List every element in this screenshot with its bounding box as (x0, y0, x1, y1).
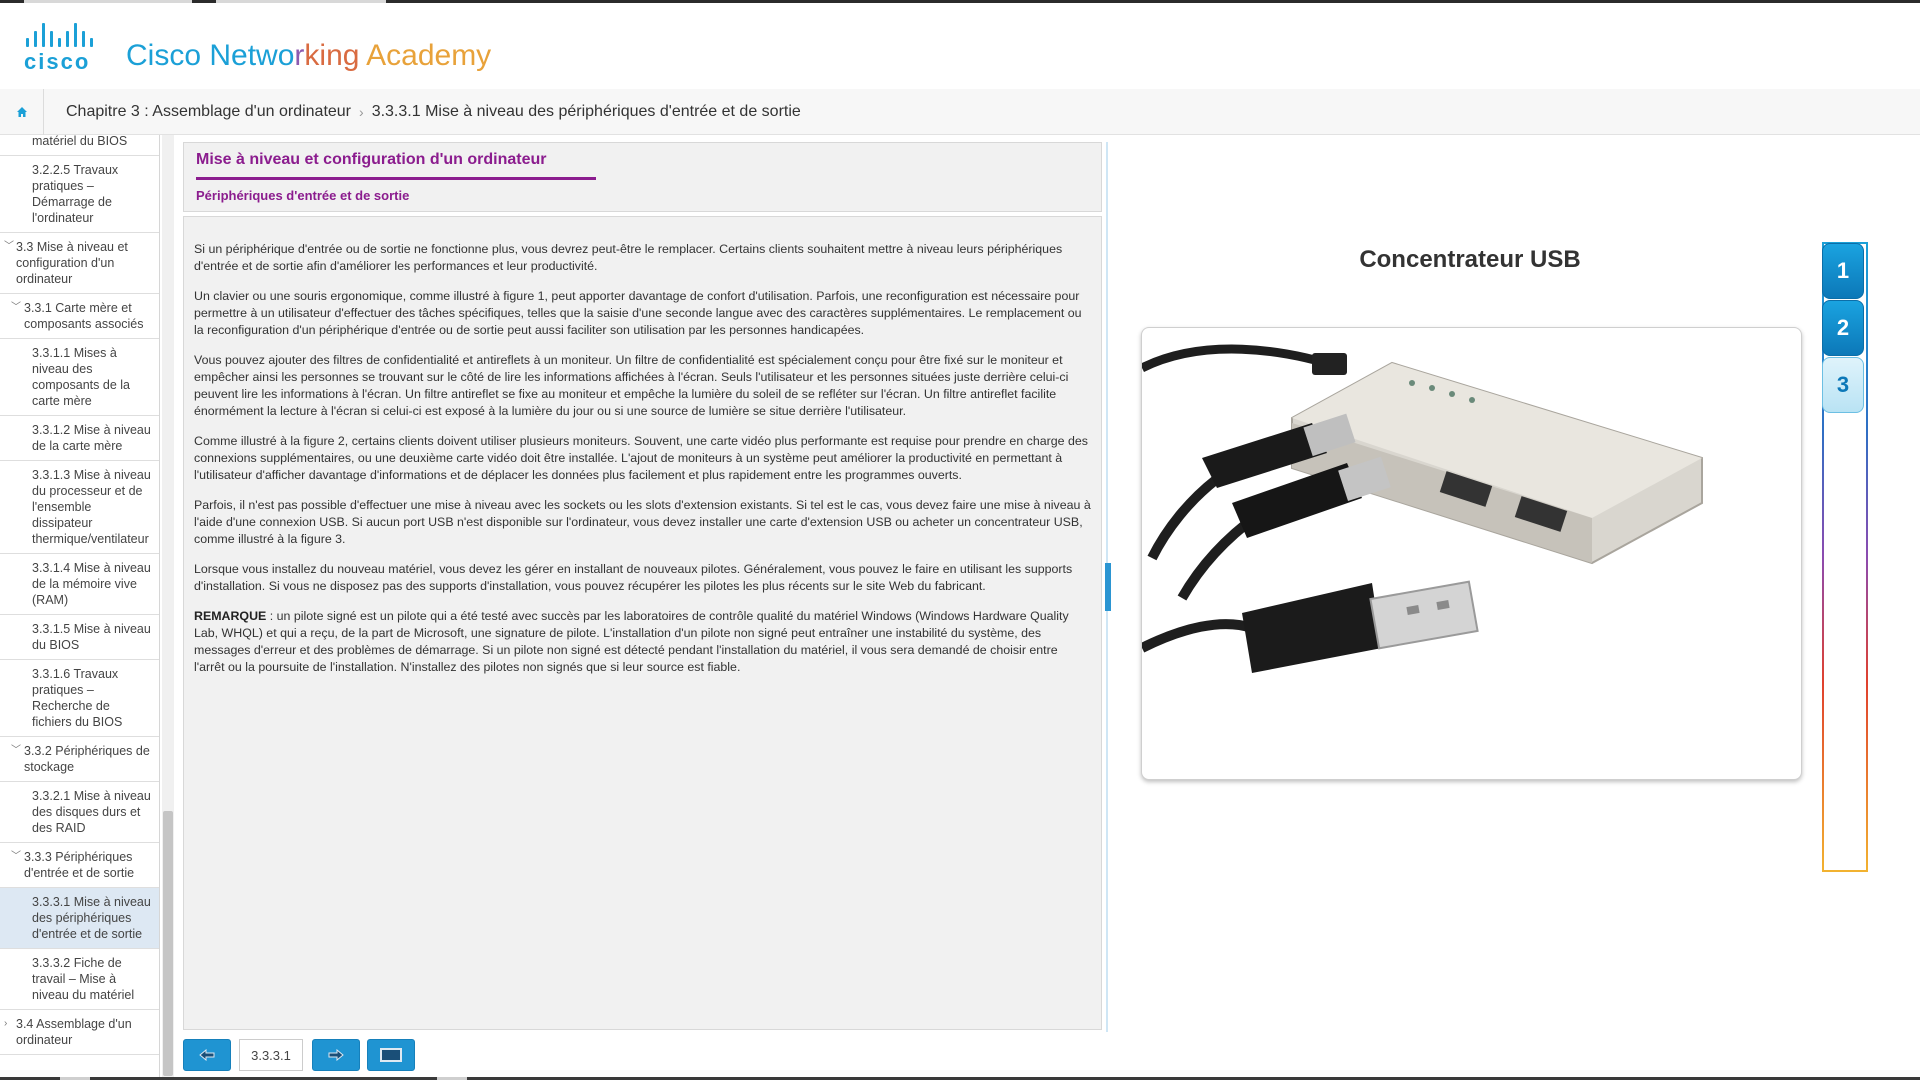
content-panel: Mise à niveau et configuration d'un ordi… (183, 142, 1102, 1030)
sidebar-subsection[interactable]: ﹀ 3.3.2 Périphériques de stockage (0, 737, 159, 782)
paragraph: Parfois, il n'est pas possible d'effectu… (194, 498, 1091, 546)
sidebar-item-label: 3.3.2.1 Mise à niveau des disques durs e… (32, 789, 151, 835)
sidebar-item-label: 3.3.1.4 Mise à niveau de la mémoire vive… (32, 561, 151, 607)
chevron-down-icon: ﹀ (4, 241, 14, 252)
fullscreen-button[interactable] (367, 1039, 415, 1071)
title-underline (196, 177, 596, 180)
sidebar-item-label: 3.3.2 Périphériques de stockage (24, 744, 150, 774)
sidebar-item-label: matériel du BIOS (32, 135, 128, 148)
breadcrumb: Chapitre 3 : Assemblage d'un ordinateur … (66, 103, 801, 121)
sidebar-item-label: 3.3.1.2 Mise à niveau de la carte mère (32, 423, 151, 453)
sidebar-item[interactable]: 3.3.1.4 Mise à niveau de la mémoire vive… (0, 554, 159, 615)
sidebar-item[interactable]: 3.2.2.5 Travaux pratiques – Démarrage de… (0, 156, 159, 233)
cisco-logo[interactable]: cisco (24, 23, 106, 74)
sidebar-item[interactable]: 3.3.3.2 Fiche de travail – Mise à niveau… (0, 949, 159, 1010)
sidebar-item-active[interactable]: 3.3.3.1 Mise à niveau des périphériques … (0, 888, 159, 949)
chevron-right-icon: › (4, 1018, 8, 1029)
figure-tab-2[interactable]: 2 (1822, 300, 1864, 356)
scrollbar-thumb[interactable] (163, 811, 173, 1076)
sidebar-item[interactable]: 3.3.1.2 Mise à niveau de la carte mère (0, 416, 159, 461)
paragraph: Vous pouvez ajouter des filtres de confi… (194, 353, 1069, 418)
sidebar-subsection[interactable]: ﹀ 3.3.1 Carte mère et composants associés (0, 294, 159, 339)
sidebar-section[interactable]: ﹀ 3.3 Mise à niveau et configuration d'un… (0, 233, 159, 294)
course-sidebar: matériel du BIOS 3.2.2.5 Travaux pratiqu… (0, 135, 160, 1080)
figure-tab-3-active[interactable]: 3 (1822, 357, 1864, 413)
screen-icon (380, 1048, 402, 1062)
sidebar-item[interactable]: 3.3.1.1 Mises à niveau des composants de… (0, 339, 159, 416)
arrow-right-icon (328, 1049, 344, 1061)
sidebar-item-label: 3.3.3.2 Fiche de travail – Mise à niveau… (32, 956, 135, 1002)
figure-tab-1[interactable]: 1 (1822, 243, 1864, 299)
sidebar-item[interactable]: matériel du BIOS (0, 135, 159, 156)
figure-title: Concentrateur USB (1359, 246, 1581, 273)
paragraph: Comme illustré à la figure 2, certains c… (194, 434, 1088, 482)
sidebar-item[interactable]: 3.3.1.6 Travaux pratiques – Recherche de… (0, 660, 159, 737)
sidebar-item-label: 3.4 Assemblage d'un ordinateur (16, 1017, 132, 1047)
academy-title-part: Cisco (126, 39, 210, 72)
sidebar-section[interactable]: › 3.4 Assemblage d'un ordinateur (0, 1010, 159, 1055)
academy-title-part: Academy (366, 39, 492, 72)
previous-button[interactable] (183, 1039, 231, 1071)
site-header: cisco Cisco Networking Academy (0, 3, 1920, 92)
note-text: : un pilote signé est un pilote qui a ét… (194, 609, 1069, 674)
sidebar-item-label: 3.3.1.1 Mises à niveau des composants de… (32, 346, 130, 408)
chevron-down-icon: ﹀ (11, 745, 21, 756)
figure-image (1141, 327, 1802, 780)
paragraph: Un clavier ou une souris ergonomique, co… (194, 289, 1082, 337)
sidebar-scrollbar[interactable] (162, 135, 174, 1080)
sidebar-item-label: 3.3.1.3 Mise à niveau du processeur et d… (32, 468, 151, 546)
academy-title-part: king (304, 39, 367, 72)
sidebar-item[interactable]: 3.3.1.3 Mise à niveau du processeur et d… (0, 461, 159, 554)
panel-resize-handle[interactable] (1105, 563, 1111, 611)
usb-hub-illustration (1142, 344, 1703, 673)
chevron-right-icon: › (359, 104, 364, 120)
content-body: Si un périphérique d'entrée ou de sortie… (183, 216, 1102, 1030)
breadcrumb-chapter[interactable]: Chapitre 3 : Assemblage d'un ordinateur (66, 103, 351, 121)
sidebar-item[interactable]: 3.3.1.5 Mise à niveau du BIOS (0, 615, 159, 660)
home-button[interactable] (0, 89, 44, 135)
academy-title: Cisco Networking Academy (126, 39, 491, 73)
chevron-down-icon: ﹀ (11, 302, 21, 313)
page-title: Mise à niveau et configuration d'un ordi… (196, 151, 547, 168)
cisco-wordmark: cisco (24, 49, 91, 74)
cisco-bars-icon (26, 23, 106, 47)
sidebar-item-label: 3.2.2.5 Travaux pratiques – Démarrage de… (32, 163, 119, 225)
sidebar-subsection[interactable]: ﹀ 3.3.3 Périphériques d'entrée et de sort… (0, 843, 159, 888)
page-number: 3.3.3.1 (239, 1039, 303, 1071)
paragraph: Lorsque vous installez du nouveau matéri… (194, 562, 1073, 593)
academy-title-part: r (294, 39, 305, 72)
chevron-down-icon: ﹀ (11, 851, 21, 862)
content-header: Mise à niveau et configuration d'un ordi… (183, 142, 1102, 212)
breadcrumb-current: 3.3.3.1 Mise à niveau des périphériques … (371, 103, 801, 120)
breadcrumb-bar: Chapitre 3 : Assemblage d'un ordinateur … (0, 89, 1920, 135)
sidebar-item[interactable]: 3.3.2.1 Mise à niveau des disques durs e… (0, 782, 159, 843)
sidebar-item-label: 3.3.1 Carte mère et composants associés (24, 301, 144, 331)
paragraph: Si un périphérique d'entrée ou de sortie… (194, 242, 1063, 273)
academy-title-part: Netwo (209, 39, 295, 72)
sidebar-item-label: 3.3.1.6 Travaux pratiques – Recherche de… (32, 667, 123, 729)
note-label: REMARQUE (194, 609, 267, 623)
next-button[interactable] (312, 1039, 360, 1071)
sidebar-item-label: 3.3.3 Périphériques d'entrée et de sorti… (24, 850, 135, 880)
arrow-left-icon (199, 1049, 215, 1061)
home-icon (16, 107, 27, 117)
sidebar-item-label: 3.3.3.1 Mise à niveau des périphériques … (32, 895, 151, 941)
sidebar-item-label: 3.3.1.5 Mise à niveau du BIOS (32, 622, 151, 652)
sidebar-item-label: 3.3 Mise à niveau et configuration d'un … (16, 240, 128, 286)
page-subtitle: Périphériques d'entrée et de sortie (196, 188, 410, 203)
note-paragraph: REMARQUE : un pilote signé est un pilote… (194, 608, 1091, 676)
